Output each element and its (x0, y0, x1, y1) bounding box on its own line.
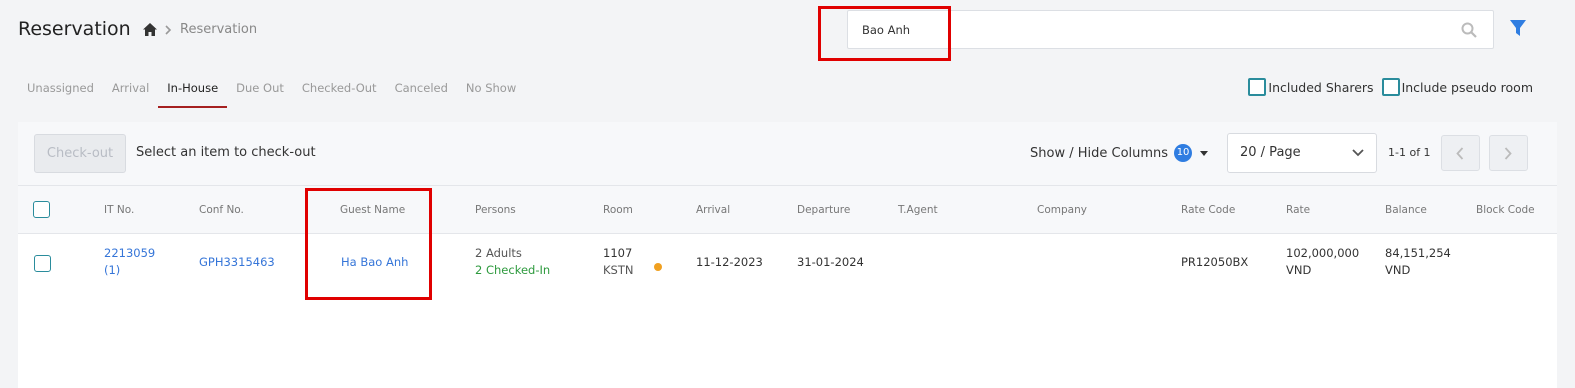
persons-value: 2 Adults (475, 246, 522, 260)
conf-no-link[interactable]: GPH3315463 (199, 254, 275, 271)
col-guest-name[interactable]: Guest Name (340, 204, 405, 216)
home-icon[interactable] (143, 23, 157, 36)
filter-options: Included Sharers Include pseudo room (1248, 78, 1533, 96)
filter-icon[interactable] (1510, 19, 1526, 41)
next-page-button[interactable] (1489, 135, 1528, 171)
checked-in-status: 2 Checked-In (475, 263, 551, 277)
balance-cell: 84,151,254 VND (1385, 245, 1451, 279)
checkout-hint: Select an item to check-out (136, 145, 316, 160)
pagination-info: 1-1 of 1 (1388, 146, 1431, 159)
tab-no-show[interactable]: No Show (457, 70, 525, 108)
arrival-date: 11-12-2023 (696, 255, 763, 269)
page-size-value: 20 / Page (1240, 145, 1301, 160)
column-count-badge: 10 (1174, 144, 1193, 162)
chevron-left-icon (1456, 147, 1464, 160)
departure-date: 31-01-2024 (797, 255, 864, 269)
tab-in-house[interactable]: In-House (158, 70, 228, 108)
breadcrumb-current: Reservation (180, 22, 258, 37)
room-cell: 1107 KSTN (603, 245, 633, 279)
col-balance[interactable]: Balance (1385, 204, 1427, 216)
room-status-dot (654, 263, 662, 271)
room-type: KSTN (603, 263, 634, 277)
col-it-no[interactable]: IT No. (104, 204, 134, 216)
tab-unassigned[interactable]: Unassigned (18, 70, 103, 108)
included-sharers-checkbox[interactable] (1248, 78, 1267, 96)
checkout-button[interactable]: Check-out (34, 134, 126, 173)
table-row[interactable]: 2213059 (1) GPH3315463 Ha Bao Anh 2 Adul… (18, 234, 1557, 290)
col-persons[interactable]: Persons (475, 204, 516, 216)
guest-name-link[interactable]: Ha Bao Anh (341, 254, 408, 271)
table-header: IT No. Conf No. Guest Name Persons Room … (18, 186, 1557, 234)
tab-canceled[interactable]: Canceled (386, 70, 457, 108)
tab-checked-out[interactable]: Checked-Out (293, 70, 386, 108)
show-hide-columns-button[interactable]: Show / Hide Columns 10 (1030, 144, 1209, 162)
prev-page-button[interactable] (1441, 135, 1480, 171)
rate-code-value: PR12050BX (1181, 255, 1249, 269)
include-pseudo-room-label: Include pseudo room (1401, 79, 1533, 95)
status-tabs: Unassigned Arrival In-House Due Out Chec… (18, 70, 525, 108)
rate-currency: VND (1286, 263, 1312, 277)
include-pseudo-room-option[interactable]: Include pseudo room (1381, 78, 1533, 96)
col-company[interactable]: Company (1037, 204, 1087, 216)
balance-amount: 84,151,254 (1385, 246, 1451, 260)
page-title: Reservation (18, 18, 131, 40)
col-conf-no[interactable]: Conf No. (199, 204, 244, 216)
tab-arrival[interactable]: Arrival (103, 70, 158, 108)
chevron-right-icon (165, 24, 172, 35)
table-toolbar: Check-out Select an item to check-out Sh… (18, 122, 1557, 186)
it-no-link[interactable]: 2213059 (1) (104, 245, 155, 279)
col-block-code[interactable]: Block Code (1476, 204, 1535, 216)
caret-down-icon (1200, 150, 1209, 156)
included-sharers-label: Included Sharers (1268, 79, 1374, 95)
col-t-agent[interactable]: T.Agent (898, 204, 938, 216)
col-arrival[interactable]: Arrival (696, 204, 730, 216)
rate-amount: 102,000,000 (1286, 246, 1360, 260)
col-room[interactable]: Room (603, 204, 633, 216)
include-pseudo-room-checkbox[interactable] (1381, 78, 1400, 96)
breadcrumb: Reservation (143, 22, 257, 37)
persons-cell: 2 Adults 2 Checked-In (475, 245, 550, 279)
it-no-sub: (1) (104, 263, 121, 277)
page-size-select[interactable]: 20 / Page (1227, 133, 1377, 173)
search-input[interactable] (848, 11, 1408, 48)
balance-currency: VND (1385, 263, 1411, 277)
included-sharers-option[interactable]: Included Sharers (1248, 78, 1374, 96)
col-departure[interactable]: Departure (797, 204, 850, 216)
chevron-right-icon (1504, 147, 1512, 160)
search-box (847, 10, 1494, 49)
select-all-checkbox[interactable] (33, 201, 50, 218)
col-rate-code[interactable]: Rate Code (1181, 204, 1235, 216)
reservation-table-panel: Check-out Select an item to check-out Sh… (18, 122, 1557, 388)
row-checkbox[interactable] (34, 255, 51, 272)
tab-due-out[interactable]: Due Out (227, 70, 293, 108)
it-no-value: 2213059 (104, 246, 156, 260)
rate-cell: 102,000,000 VND (1286, 245, 1359, 279)
col-rate[interactable]: Rate (1286, 204, 1310, 216)
chevron-down-icon (1352, 149, 1364, 157)
search-icon[interactable] (1461, 22, 1477, 42)
room-number: 1107 (603, 246, 633, 260)
show-hide-columns-label: Show / Hide Columns (1030, 145, 1169, 161)
